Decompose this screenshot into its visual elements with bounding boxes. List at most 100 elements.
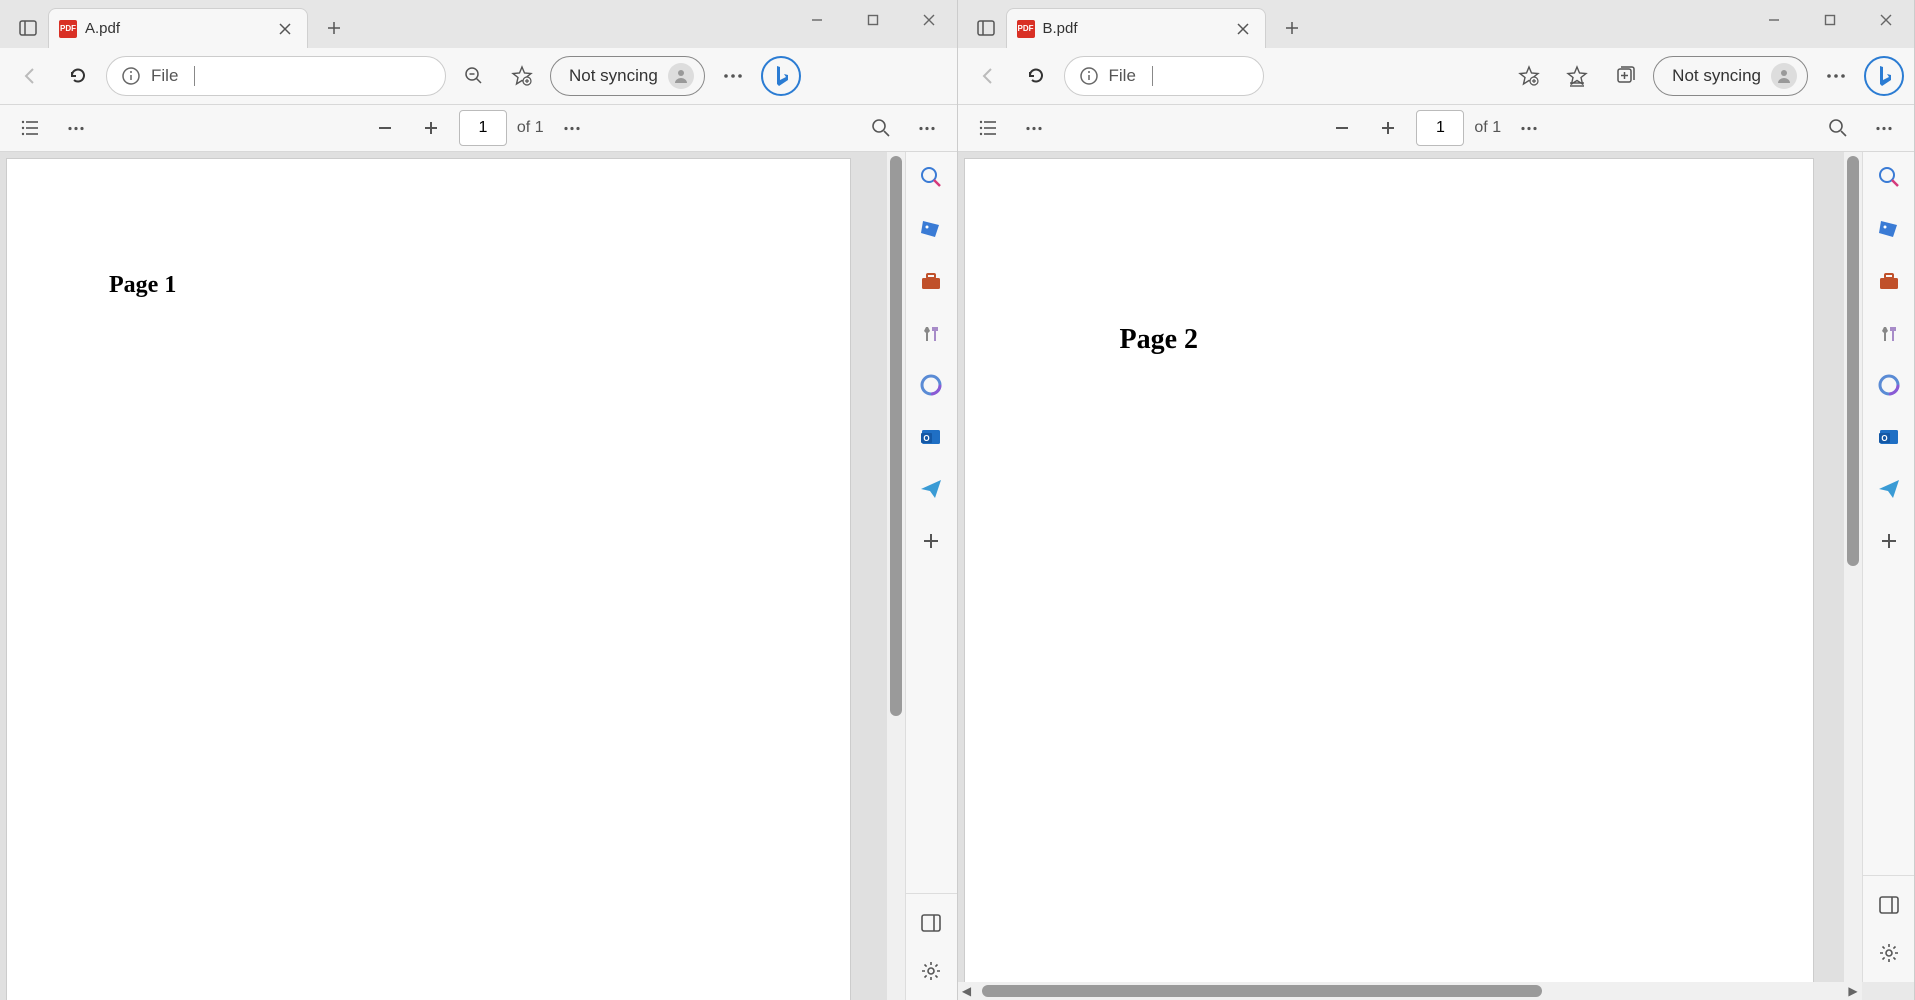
sidebar-search-icon[interactable] — [1874, 162, 1904, 192]
vertical-scrollbar-thumb[interactable] — [1847, 156, 1859, 566]
content-area: Page 2 O ◀ — [958, 152, 1915, 1000]
sidebar-games-icon[interactable] — [1874, 318, 1904, 348]
pdf-more-right-icon[interactable] — [1866, 110, 1902, 146]
pdf-more-left-icon[interactable] — [1016, 110, 1052, 146]
zoom-icon[interactable] — [454, 56, 494, 96]
bing-button[interactable] — [761, 56, 801, 96]
maximize-button[interactable] — [1802, 0, 1858, 40]
sidebar-outlook-icon[interactable]: O — [1874, 422, 1904, 452]
sidebar-settings-icon[interactable] — [916, 956, 946, 986]
sync-label: Not syncing — [1672, 66, 1761, 86]
pdf-file-icon: PDF — [1017, 20, 1035, 38]
refresh-button[interactable] — [1016, 56, 1056, 96]
address-bar[interactable]: File — [1064, 56, 1264, 96]
pdf-viewport[interactable]: Page 1 — [0, 152, 887, 1000]
tab-a-pdf[interactable]: PDF A.pdf — [48, 8, 308, 48]
tab-actions-icon[interactable] — [966, 8, 1006, 48]
content-area: Page 1 O — [0, 152, 957, 1000]
vertical-scrollbar[interactable] — [887, 152, 905, 1000]
contents-icon[interactable] — [970, 110, 1006, 146]
back-button[interactable] — [10, 56, 50, 96]
sidebar-m365-icon[interactable] — [1874, 370, 1904, 400]
sidebar-panel-icon[interactable] — [916, 908, 946, 938]
find-icon[interactable] — [1820, 110, 1856, 146]
horizontal-scrollbar-thumb[interactable] — [982, 985, 1542, 997]
favorites-add-icon[interactable] — [1509, 56, 1549, 96]
sidebar-outlook-icon[interactable]: O — [916, 422, 946, 452]
address-text: File — [151, 66, 178, 86]
sidebar-add-icon[interactable] — [916, 526, 946, 556]
close-window-button[interactable] — [1858, 0, 1914, 40]
sidebar-m365-icon[interactable] — [916, 370, 946, 400]
pdf-page: Page 1 — [6, 158, 851, 1000]
favorites-add-icon[interactable] — [502, 56, 542, 96]
sidebar-send-icon[interactable] — [1874, 474, 1904, 504]
edge-sidebar: O — [905, 152, 957, 1000]
window-controls — [1746, 0, 1914, 48]
collections-icon[interactable] — [1605, 56, 1645, 96]
more-menu-icon[interactable] — [1816, 56, 1856, 96]
sidebar-tools-icon[interactable] — [916, 266, 946, 296]
zoom-in-button[interactable] — [413, 110, 449, 146]
address-bar[interactable]: File — [106, 56, 446, 96]
sidebar-panel-icon[interactable] — [1874, 890, 1904, 920]
sidebar-shopping-icon[interactable] — [916, 214, 946, 244]
pdf-viewport[interactable]: Page 2 — [958, 152, 1845, 982]
sidebar-settings-icon[interactable] — [1874, 938, 1904, 968]
bing-button[interactable] — [1864, 56, 1904, 96]
sync-profile-button[interactable]: Not syncing — [1653, 56, 1808, 96]
text-cursor — [1152, 66, 1153, 86]
new-tab-button[interactable] — [1274, 10, 1310, 46]
close-window-button[interactable] — [901, 0, 957, 40]
sidebar-search-icon[interactable] — [916, 162, 946, 192]
browser-window-a: PDF A.pdf File Not syncing — [0, 0, 958, 1000]
more-menu-icon[interactable] — [713, 56, 753, 96]
sidebar-games-icon[interactable] — [916, 318, 946, 348]
browser-window-b: PDF B.pdf File Not syncing — [958, 0, 1915, 1000]
sync-profile-button[interactable]: Not syncing — [550, 56, 705, 96]
back-button[interactable] — [968, 56, 1008, 96]
close-tab-icon[interactable] — [273, 17, 297, 41]
vertical-scrollbar-thumb[interactable] — [890, 156, 902, 716]
sync-label: Not syncing — [569, 66, 658, 86]
tab-b-pdf[interactable]: PDF B.pdf — [1006, 8, 1266, 48]
profile-icon — [1771, 63, 1797, 89]
close-tab-icon[interactable] — [1231, 17, 1255, 41]
zoom-out-button[interactable] — [1324, 110, 1360, 146]
sidebar-add-icon[interactable] — [1874, 526, 1904, 556]
favorites-icon[interactable] — [1557, 56, 1597, 96]
hscroll-right-arrow[interactable]: ▶ — [1844, 982, 1862, 1000]
navbar: File Not syncing — [0, 48, 957, 104]
pdf-more-center-icon[interactable] — [554, 110, 590, 146]
hscroll-left-arrow[interactable]: ◀ — [958, 982, 976, 1000]
find-icon[interactable] — [863, 110, 899, 146]
pdf-more-center-icon[interactable] — [1511, 110, 1547, 146]
minimize-button[interactable] — [1746, 0, 1802, 40]
text-cursor — [194, 66, 195, 86]
pdf-toolbar: of 1 — [958, 104, 1915, 152]
address-text: File — [1109, 66, 1136, 86]
refresh-button[interactable] — [58, 56, 98, 96]
vertical-scrollbar[interactable] — [1844, 152, 1862, 982]
maximize-button[interactable] — [845, 0, 901, 40]
new-tab-button[interactable] — [316, 10, 352, 46]
zoom-out-button[interactable] — [367, 110, 403, 146]
contents-icon[interactable] — [12, 110, 48, 146]
minimize-button[interactable] — [789, 0, 845, 40]
page-number-input[interactable] — [1416, 110, 1464, 146]
tab-actions-icon[interactable] — [8, 8, 48, 48]
horizontal-scrollbar[interactable]: ◀ ▶ — [958, 982, 1863, 1000]
sidebar-shopping-icon[interactable] — [1874, 214, 1904, 244]
zoom-in-button[interactable] — [1370, 110, 1406, 146]
page-of-label: of 1 — [1474, 119, 1501, 137]
pdf-more-left-icon[interactable] — [58, 110, 94, 146]
pdf-more-right-icon[interactable] — [909, 110, 945, 146]
page-content-text: Page 2 — [1120, 324, 1199, 356]
sidebar-tools-icon[interactable] — [1874, 266, 1904, 296]
sidebar-send-icon[interactable] — [916, 474, 946, 504]
page-of-label: of 1 — [517, 119, 544, 137]
titlebar: PDF B.pdf — [958, 0, 1915, 48]
svg-text:O: O — [1881, 434, 1887, 443]
info-icon — [121, 66, 141, 86]
page-number-input[interactable] — [459, 110, 507, 146]
